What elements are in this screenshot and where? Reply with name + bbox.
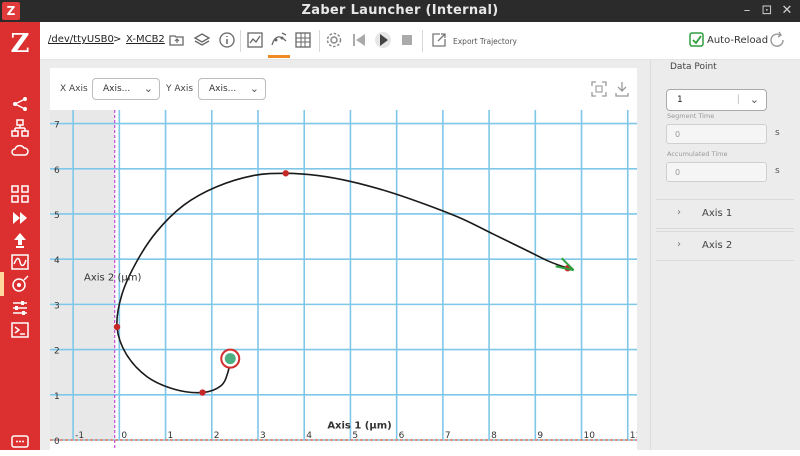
title-bar: Z Zaber Launcher (Internal) – ⊡ ✕ [0, 0, 800, 22]
sidebar: Z [0, 22, 40, 450]
toolbar-divider [319, 30, 320, 52]
y-tick-label: 2 [54, 347, 60, 357]
sliders-icon[interactable] [10, 298, 30, 318]
y-tick-label: 3 [54, 301, 60, 311]
data-point-marker [282, 170, 289, 177]
y-axis-select-value: Axis... [209, 84, 237, 94]
chevron-right-icon: › [677, 239, 681, 250]
x-tick-label: 9 [537, 431, 543, 441]
refresh-icon[interactable] [768, 31, 786, 49]
y-axis-select-label: Y Axis [166, 84, 194, 94]
download-icon[interactable] [613, 80, 631, 98]
window-title: Zaber Launcher (Internal) [301, 3, 499, 18]
chevron-down-icon: ⌄ [249, 82, 259, 95]
y-axis-select[interactable]: Axis... ⌄ [198, 78, 266, 100]
toolbar: /dev/ttyUSB0 > X-MCB2 Export Trajectory … [40, 22, 800, 60]
x-tick-label: 1 [168, 431, 174, 441]
select-separator: | [736, 94, 740, 105]
accordion-axis-2[interactable]: › Axis 2 [656, 231, 794, 261]
accumulated-time-unit: s [775, 166, 780, 176]
x-axis-select-value: Axis... [103, 84, 131, 94]
autoreload-label[interactable]: Auto-Reload [707, 35, 768, 46]
upload-arrow-icon[interactable] [10, 230, 30, 250]
autoreload-checkbox-icon[interactable] [688, 31, 706, 49]
x-tick-label: 3 [260, 431, 266, 441]
stop-icon[interactable] [398, 31, 416, 49]
data-point-title: Data Point [670, 62, 717, 72]
x-tick-label: 8 [491, 431, 497, 441]
restore-button[interactable]: ⊡ [758, 2, 776, 20]
chat-icon[interactable] [10, 432, 30, 452]
accordion-axis-2-label: Axis 2 [702, 240, 733, 251]
trajectory-icon[interactable] [10, 274, 30, 294]
layers-icon[interactable] [193, 31, 211, 49]
data-point-select[interactable]: 1 | ⌄ [666, 89, 767, 111]
active-indicator [0, 272, 4, 296]
apps-grid-icon[interactable] [10, 184, 30, 204]
x-tick-label: -1 [75, 431, 84, 441]
x-axis-select[interactable]: Axis... ⌄ [92, 78, 160, 100]
y-tick-label: 7 [54, 121, 60, 131]
play-icon[interactable] [374, 31, 392, 49]
y-tick-label: 6 [54, 166, 60, 176]
close-button[interactable]: ✕ [778, 2, 796, 20]
x-tick-label: 7 [445, 431, 451, 441]
x-tick-label: 5 [352, 431, 358, 441]
oscilloscope-icon[interactable] [10, 252, 30, 272]
accordion-axis-1-label: Axis 1 [702, 208, 733, 219]
breadcrumb-separator: > [113, 34, 122, 45]
segment-time-unit: s [775, 128, 780, 138]
terminal-icon[interactable] [10, 320, 30, 340]
segment-time-field[interactable]: 0 [666, 124, 767, 144]
x-tick-label: 10 [584, 431, 596, 441]
data-point-marker [113, 323, 121, 331]
skip-back-icon[interactable] [350, 31, 368, 49]
gear-icon[interactable] [325, 31, 343, 49]
y-tick-label: 5 [54, 211, 60, 221]
info-icon[interactable] [218, 31, 236, 49]
x-tick-label: 6 [399, 431, 405, 441]
network-icon[interactable] [10, 118, 30, 138]
x-axis-label: Axis 1 (µm) [327, 421, 391, 432]
cloud-icon[interactable] [10, 140, 30, 160]
segment-time-label: Segment Time [667, 112, 715, 120]
accordion-axis-1[interactable]: › Axis 1 [656, 199, 794, 229]
chevron-down-icon: ⌄ [749, 93, 759, 106]
export-icon[interactable] [430, 31, 448, 49]
x-tick-label: 11 [630, 431, 637, 441]
accumulated-time-field[interactable]: 0 [666, 162, 767, 182]
start-point-marker [224, 353, 236, 365]
x-tick-label: 0 [121, 431, 127, 441]
trajectory-view-icon[interactable] [270, 31, 288, 49]
export-trajectory-label[interactable]: Export Trajectory [453, 37, 517, 46]
folder-open-icon[interactable] [168, 31, 186, 49]
trajectory-line [116, 172, 568, 394]
x-axis-select-label: X Axis [60, 84, 88, 94]
share-nodes-icon[interactable] [10, 94, 30, 114]
active-tab-underline [268, 55, 290, 58]
toolbar-divider [240, 30, 241, 52]
breadcrumb-port[interactable]: /dev/ttyUSB0 [48, 34, 114, 45]
fit-view-icon[interactable] [590, 80, 608, 98]
y-axis-label: Axis 2 (µm) [84, 272, 141, 283]
trajectory-plot[interactable]: -1 0 1 2 3 4 5 6 7 8 9 10 11 0 1 2 3 4 5 6 7 Axis 1 (µm) Axi… [50, 110, 637, 450]
zaber-logo: Z [10, 29, 30, 59]
data-point-marker [199, 389, 206, 396]
y-tick-label: 1 [54, 392, 60, 402]
y-tick-label: 4 [54, 256, 60, 266]
accumulated-time-label: Accumulated Time [667, 150, 728, 158]
x-tick-label: 2 [214, 431, 220, 441]
breadcrumb-device[interactable]: X-MCB2 [126, 34, 165, 45]
data-point-select-value: 1 [677, 95, 683, 105]
table-icon[interactable] [294, 31, 312, 49]
x-tick-label: 4 [306, 431, 312, 441]
plot-series [113, 170, 575, 396]
y-tick-label: 0 [54, 437, 60, 447]
chart-icon[interactable] [246, 31, 264, 49]
chevron-down-icon: ⌄ [143, 82, 153, 95]
chevron-right-icon: › [677, 207, 681, 218]
toolbar-divider [422, 30, 423, 52]
fast-forward-icon[interactable] [10, 208, 30, 228]
minimize-button[interactable]: – [738, 2, 756, 20]
